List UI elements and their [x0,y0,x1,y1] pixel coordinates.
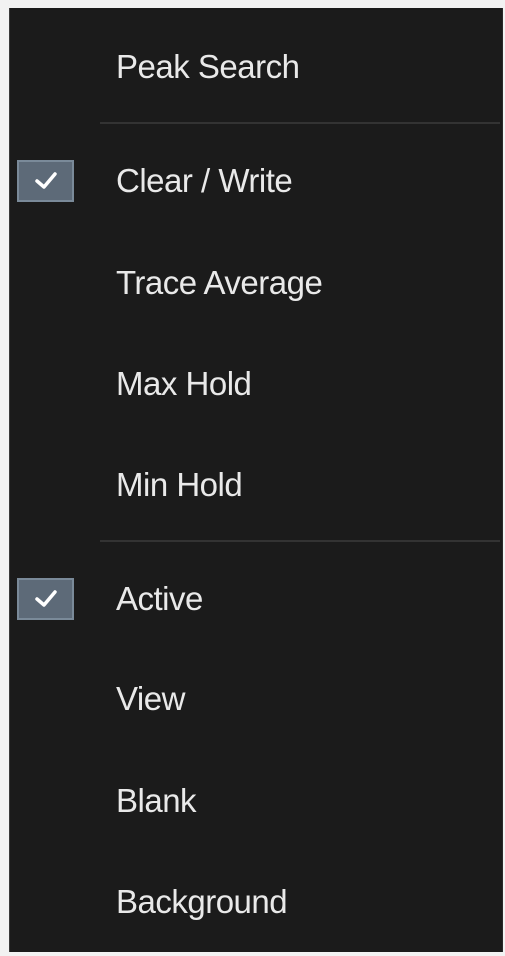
menu-item-peak-search[interactable]: Peak Search [10,22,502,112]
menu-item-label: Min Hold [116,466,243,503]
menu-item-trace-average[interactable]: Trace Average [10,238,502,328]
menu-item-background[interactable]: Background [10,857,502,947]
menu-item-clear-write[interactable]: Clear / Write [10,136,502,226]
menu-item-label: Trace Average [116,264,323,301]
checkbox [17,578,74,620]
checkmark-icon [34,590,57,607]
menu-item-label: Blank [116,782,197,819]
menu-item-min-hold[interactable]: Min Hold [10,440,502,530]
trace-context-menu: Peak Search Clear / Write Trace Average … [9,8,503,952]
menu-item-label: Max Hold [116,365,252,402]
menu-item-label: Background [116,883,288,920]
menu-item-view[interactable]: View [10,654,502,744]
menu-separator [100,540,500,542]
menu-item-label: Clear / Write [116,162,293,199]
menu-item-label: Peak Search [116,48,300,85]
checkbox [17,160,74,202]
menu-item-blank[interactable]: Blank [10,756,502,846]
menu-item-max-hold[interactable]: Max Hold [10,339,502,429]
menu-item-active[interactable]: Active [10,554,502,644]
menu-item-label: Active [116,580,203,617]
menu-item-label: View [116,680,185,717]
menu-separator [100,122,500,124]
checkmark-icon [34,172,57,189]
